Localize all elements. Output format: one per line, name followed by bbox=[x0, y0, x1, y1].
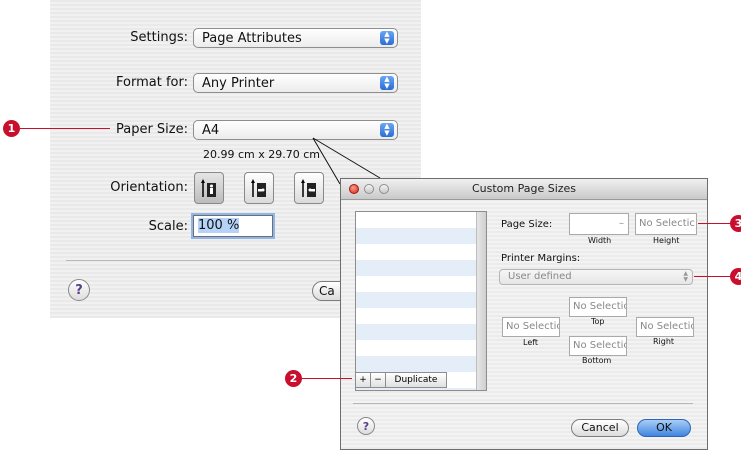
top-margin-field[interactable]: No Selectic bbox=[569, 297, 627, 317]
callout-4-line bbox=[694, 276, 732, 277]
list-buttons: + − Duplicate bbox=[355, 372, 447, 388]
height-label: Height bbox=[653, 236, 680, 245]
callout-2-line bbox=[302, 378, 352, 379]
callout-3-line bbox=[698, 223, 732, 224]
right-margin-label: Right bbox=[653, 337, 675, 346]
window-title: Custom Page Sizes bbox=[471, 182, 577, 195]
bottom-margin-field[interactable]: No Selectic bbox=[569, 336, 627, 356]
page-size-label: Page Size: bbox=[501, 219, 553, 230]
right-margin-field[interactable]: No Selectic bbox=[636, 317, 694, 337]
printer-margins-label: Printer Margins: bbox=[501, 253, 581, 264]
cancel-button[interactable]: Cancel bbox=[571, 419, 629, 437]
bottom-margin-label: Bottom bbox=[582, 356, 612, 365]
custom-sizes-list[interactable] bbox=[355, 211, 487, 391]
margins-popup[interactable]: User defined ▲ ▼ bbox=[499, 269, 693, 285]
add-size-button[interactable]: + bbox=[356, 373, 371, 387]
width-field[interactable]: – bbox=[569, 213, 629, 235]
ok-button[interactable]: OK bbox=[637, 419, 691, 437]
remove-size-button[interactable]: − bbox=[371, 373, 386, 387]
height-field[interactable]: No Selectic bbox=[635, 213, 697, 235]
callout-4: 4 bbox=[730, 268, 741, 285]
top-margin-label: Top bbox=[591, 317, 605, 326]
callout-2: 2 bbox=[285, 370, 302, 387]
margins-value: User defined bbox=[508, 271, 572, 282]
duplicate-button[interactable]: Duplicate bbox=[386, 373, 446, 387]
title-bar: Custom Page Sizes bbox=[341, 179, 707, 200]
width-label: Width bbox=[588, 236, 612, 245]
popup-arrows-icon: ▲ ▼ bbox=[683, 270, 688, 283]
list-scrollbar[interactable] bbox=[476, 212, 486, 390]
window-divider bbox=[353, 403, 693, 404]
width-separator: – bbox=[619, 218, 624, 229]
left-margin-field[interactable]: No Selectic bbox=[502, 317, 560, 337]
custom-page-sizes-window: Custom Page Sizes + − Duplicate Page Siz… bbox=[340, 178, 708, 450]
help-button[interactable]: ? bbox=[357, 417, 375, 435]
callout-3: 3 bbox=[730, 215, 741, 232]
left-margin-label: Left bbox=[523, 338, 539, 347]
